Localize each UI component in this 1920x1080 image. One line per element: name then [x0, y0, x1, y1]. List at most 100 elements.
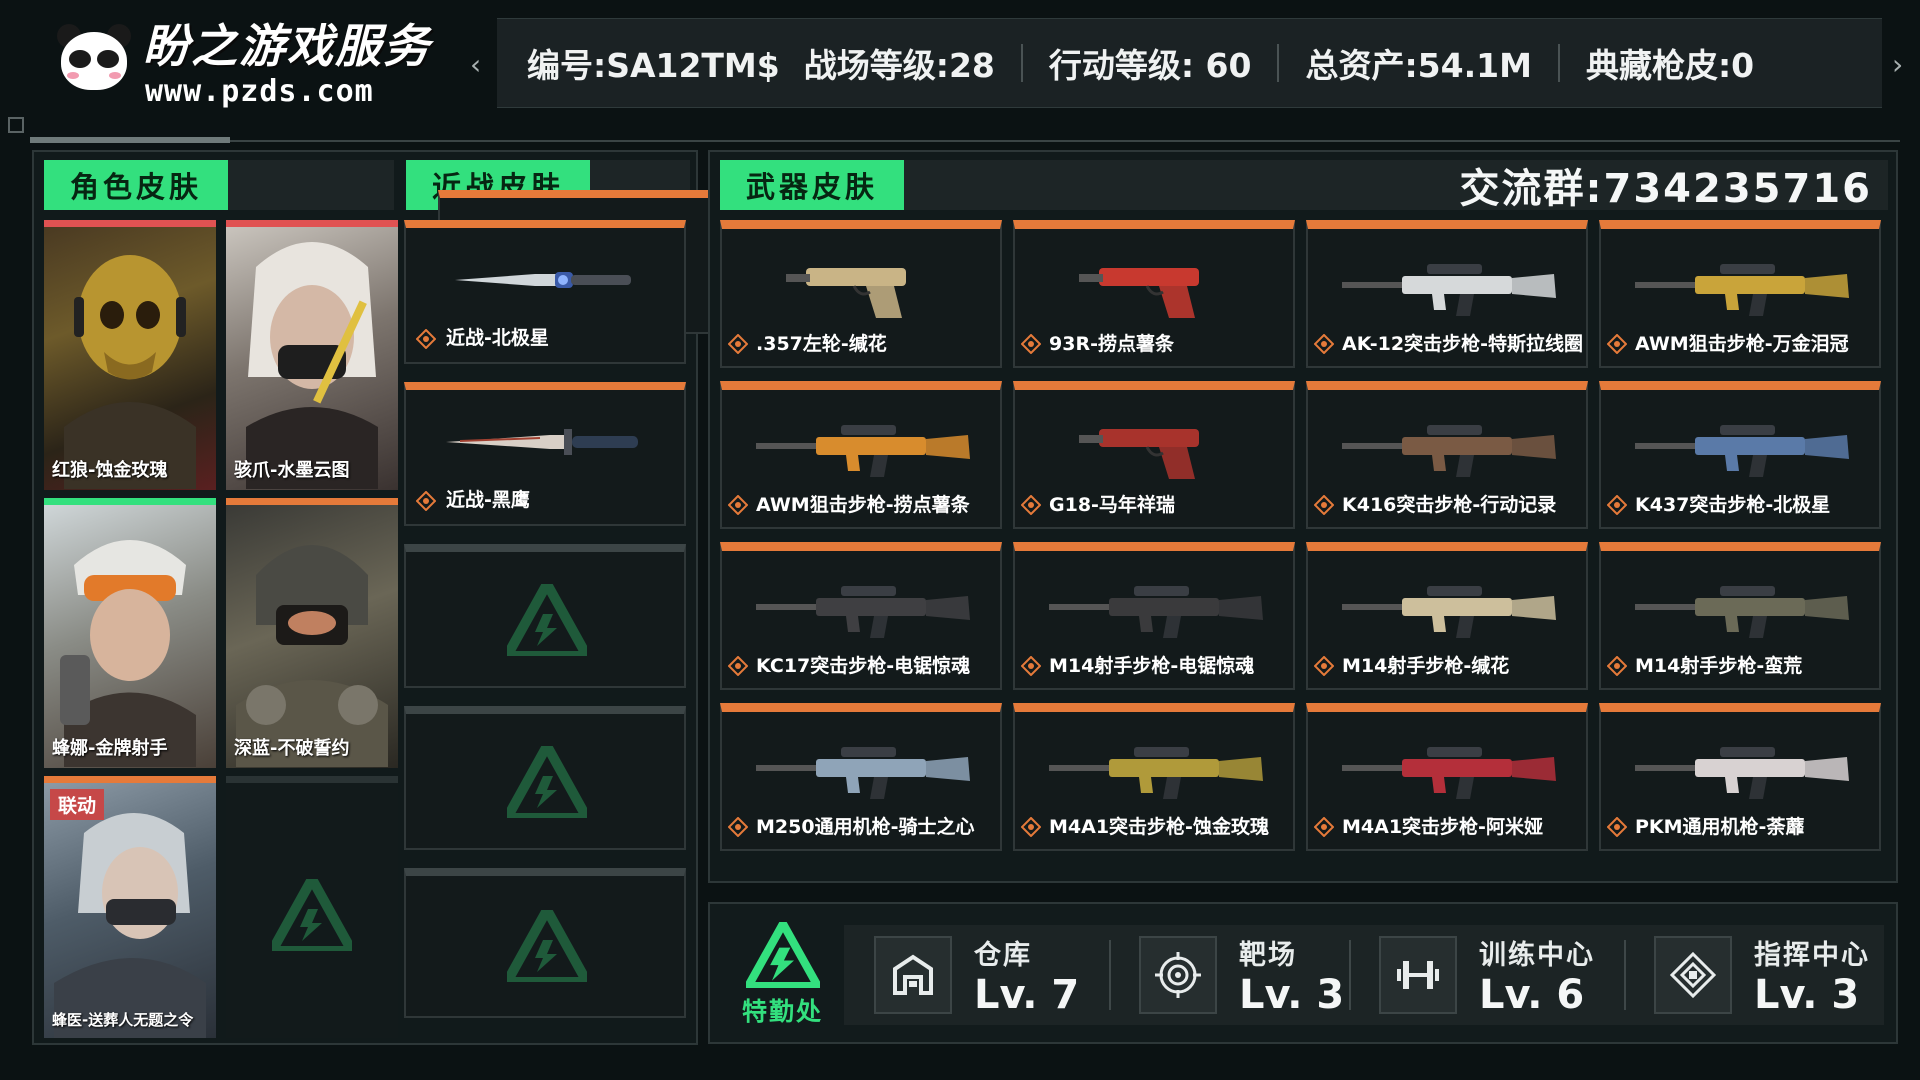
empty-character-slot — [226, 776, 398, 1038]
character-name: 蜂医-送葬人无题之令 — [52, 1011, 194, 1029]
weapon-image — [1049, 586, 1263, 638]
weapon-image — [1049, 747, 1263, 799]
empty-melee-slot — [404, 706, 686, 850]
weapon-image — [1342, 586, 1556, 638]
weapon-card[interactable]: M250通用机枪-骑士之心 — [720, 703, 1002, 851]
weapon-name: 93R-捞点薯条 — [1049, 333, 1174, 355]
diamond-icon — [728, 495, 748, 515]
diamond-icon — [1021, 495, 1041, 515]
character-card[interactable]: 联动 蜂医-送葬人无题之令 — [44, 776, 216, 1038]
tab-weapon-skins[interactable]: 武器皮肤 — [720, 160, 905, 210]
weapon-card[interactable]: M14射手步枪-电锯惊魂 — [1013, 542, 1295, 690]
special-ops-logo-icon — [745, 922, 820, 988]
placeholder-logo-icon — [507, 584, 587, 656]
facility-divider — [1624, 940, 1626, 1010]
weapon-card[interactable]: M14射手步枪-蛮荒 — [1599, 542, 1881, 690]
character-card[interactable]: 骇爪-水墨云图 — [226, 220, 398, 490]
facility-level: Lv. 3 — [1754, 971, 1860, 1018]
character-card[interactable]: 深蓝-不破誓约 — [226, 498, 398, 768]
special-ops-department[interactable]: 特勤处 — [725, 922, 840, 1032]
diamond-icon — [1021, 817, 1041, 837]
corner-decoration — [8, 117, 24, 133]
weapon-image — [1342, 425, 1556, 477]
weapon-image — [1635, 264, 1849, 316]
facility-divider — [1349, 940, 1351, 1010]
weapon-card[interactable]: AWM狙击步枪-万金泪冠 — [1599, 220, 1881, 368]
weapon-image — [1635, 586, 1849, 638]
command-icon — [1654, 936, 1732, 1014]
weapon-card[interactable]: M4A1突击步枪-阿米娅 — [1306, 703, 1588, 851]
department-label: 特勤处 — [741, 997, 823, 1026]
facility-level: Lv. 6 — [1479, 971, 1585, 1018]
weapon-name: M14射手步枪-电锯惊魂 — [1049, 655, 1255, 677]
weapon-card[interactable]: G18-马年祥瑞 — [1013, 381, 1295, 529]
weapon-name: AWM狙击步枪-万金泪冠 — [1635, 333, 1849, 355]
melee-card[interactable]: 近战-北极星 — [404, 220, 686, 364]
weapon-name: M14射手步枪-蛮荒 — [1635, 655, 1803, 677]
character-portrait — [54, 813, 206, 1038]
diamond-icon — [1607, 334, 1627, 354]
weapon-image — [756, 425, 970, 477]
logo-brand: 盼之游戏服务 — [143, 19, 431, 73]
character-portrait — [64, 255, 196, 489]
melee-name: 近战-黑鹰 — [446, 489, 530, 511]
weapon-card[interactable]: AWM狙击步枪-捞点薯条 — [720, 381, 1002, 529]
weapon-card[interactable]: M14射手步枪-缄花 — [1306, 542, 1588, 690]
character-portrait — [246, 242, 378, 489]
facility-command-center[interactable]: 指挥中心 Lv. 3 — [1654, 925, 1870, 1025]
melee-name: 近战-北极星 — [446, 327, 549, 349]
knife-image — [455, 272, 631, 288]
weapon-card[interactable]: PKM通用机枪-荼蘼 — [1599, 703, 1881, 851]
diamond-icon — [1314, 334, 1334, 354]
melee-card[interactable]: 近战-黑鹰 — [404, 382, 686, 526]
dumbbell-icon — [1379, 936, 1457, 1014]
weapon-card[interactable]: AK-12突击步枪-特斯拉线圈 — [1306, 220, 1588, 368]
chevron-right-icon[interactable]: › — [1892, 48, 1903, 81]
placeholder-logo-icon — [507, 910, 587, 982]
diamond-icon — [1607, 817, 1627, 837]
weapon-card[interactable]: K437突击步枪-北极星 — [1599, 381, 1881, 529]
facility-name: 训练中心 — [1479, 939, 1595, 971]
diamond-icon — [1607, 495, 1627, 515]
target-icon — [1139, 936, 1217, 1014]
collection-skins: 典藏枪皮:0 — [1585, 46, 1755, 85]
diamond-icon — [728, 817, 748, 837]
weapon-name: AK-12突击步枪-特斯拉线圈 — [1342, 333, 1583, 355]
diamond-icon — [1314, 495, 1334, 515]
weapon-image — [1079, 429, 1199, 479]
knife-image — [446, 429, 638, 455]
weapon-card[interactable]: K416突击步枪-行动记录 — [1306, 381, 1588, 529]
logo: 盼之游戏服务 www.pzds.com — [55, 18, 455, 118]
total-assets: 总资产:54.1M — [1305, 46, 1532, 85]
character-portrait — [236, 545, 388, 767]
facility-training-center[interactable]: 训练中心 Lv. 6 — [1379, 925, 1595, 1025]
warehouse-icon — [874, 936, 952, 1014]
facility-warehouse[interactable]: 仓库 Lv. 7 — [874, 925, 1079, 1025]
facility-name: 靶场 — [1239, 939, 1297, 971]
weapon-name: M250通用机枪-骑士之心 — [756, 816, 975, 838]
facility-name: 仓库 — [974, 939, 1032, 971]
weapon-image — [1635, 425, 1849, 477]
panda-logo-icon — [55, 24, 133, 94]
facility-strip: 仓库 Lv. 7 靶场 Lv. 3 训练中心 Lv. 6 指挥中心 Lv. 3 — [844, 925, 1884, 1025]
diamond-icon — [416, 491, 436, 511]
weapon-card[interactable]: KC17突击步枪-电锯惊魂 — [720, 542, 1002, 690]
weapon-card[interactable]: 93R-捞点薯条 — [1013, 220, 1295, 368]
weapon-name: M4A1突击步枪-蚀金玫瑰 — [1049, 816, 1269, 838]
empty-melee-slot — [404, 544, 686, 688]
weapon-card[interactable]: .357左轮-缄花 — [720, 220, 1002, 368]
weapon-name: G18-马年祥瑞 — [1049, 494, 1175, 516]
tab-character-skins[interactable]: 角色皮肤 — [44, 160, 229, 210]
weapon-card[interactable]: M4A1突击步枪-蚀金玫瑰 — [1013, 703, 1295, 851]
facility-name: 指挥中心 — [1754, 939, 1870, 971]
weapon-image — [1635, 747, 1849, 799]
chevron-left-icon[interactable]: ‹ — [470, 48, 481, 81]
facility-range[interactable]: 靶场 Lv. 3 — [1139, 925, 1344, 1025]
character-name: 红狼-蚀金玫瑰 — [52, 460, 168, 481]
character-card[interactable]: 红狼-蚀金玫瑰 — [44, 220, 216, 490]
weapon-image — [1079, 268, 1199, 318]
diamond-icon — [728, 334, 748, 354]
character-card[interactable]: 蜂娜-金牌射手 — [44, 498, 216, 768]
weapon-image — [786, 268, 906, 318]
weapon-name: .357左轮-缄花 — [756, 333, 887, 355]
